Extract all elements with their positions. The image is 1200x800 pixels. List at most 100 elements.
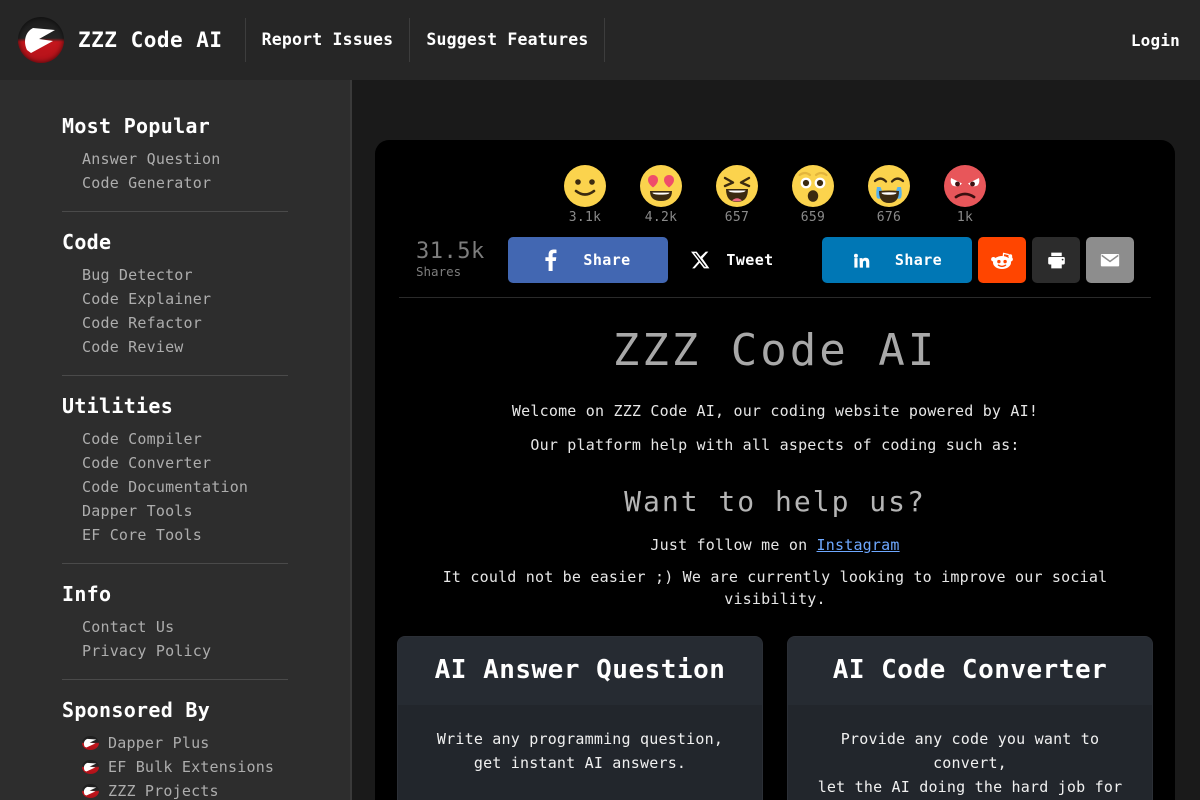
platform-text: Our platform help with all aspects of co… <box>530 436 1020 454</box>
z-bolt-glyph-icon <box>83 762 97 772</box>
sidebar-item-bug-detector[interactable]: Bug Detector <box>0 263 350 287</box>
astonished-face-emoji-icon <box>789 164 837 208</box>
envelope-icon <box>1099 249 1121 271</box>
feature-cards-row: AI Answer Question Write any programming… <box>391 614 1159 800</box>
sidebar-group-utilities: Utilities Code Compiler Code Converter C… <box>0 394 350 547</box>
sidebar-heading-info: Info <box>62 582 112 606</box>
pouting-angry-face-emoji-icon <box>941 164 989 208</box>
zzz-z-bolt-logo-icon <box>18 17 64 63</box>
feature-card-line1: Write any programming question, <box>436 730 724 748</box>
reaction-count: 3.1k <box>568 210 602 225</box>
x-twitter-icon <box>690 250 710 270</box>
sidebar-item-code-review[interactable]: Code Review <box>0 335 350 359</box>
sidebar-item-ef-core-tools[interactable]: EF Core Tools <box>0 523 350 547</box>
reaction-count: 1k <box>956 210 974 225</box>
content-card: 3.1k 4.2k 657 659 676 1k 31.5k Shares Sh… <box>375 140 1175 800</box>
sidebar-item-ef-bulk-extensions[interactable]: EF Bulk Extensions <box>0 755 350 779</box>
sidebar-item-contact-us[interactable]: Contact Us <box>0 615 350 639</box>
top-navigation-bar: ZZZ Code AI Report Issues Suggest Featur… <box>0 0 1200 80</box>
facebook-share-button[interactable]: Share <box>508 237 668 283</box>
sidebar-group-sponsored-by: Sponsored By Dapper Plus EF Bulk Extensi… <box>0 698 350 800</box>
reaction-slightly-smiling[interactable]: 3.1k <box>561 164 609 225</box>
facebook-icon <box>545 249 557 271</box>
sidebar-divider <box>62 375 288 376</box>
sidebar-item-code-refactor[interactable]: Code Refactor <box>0 311 350 335</box>
reaction-astonished[interactable]: 659 <box>789 164 837 225</box>
sidebar-item-label: EF Bulk Extensions <box>108 758 275 776</box>
nav-divider <box>604 18 606 62</box>
loudly-crying-face-emoji-icon <box>865 164 913 208</box>
sidebar-item-dapper-tools[interactable]: Dapper Tools <box>0 499 350 523</box>
instagram-link[interactable]: Instagram <box>817 536 900 554</box>
email-share-button[interactable] <box>1086 237 1134 283</box>
facebook-share-label: Share <box>583 251 631 269</box>
share-count-block: 31.5k Shares <box>416 240 500 280</box>
sidebar-item-label: ZZZ Projects <box>108 782 219 800</box>
reaction-heart-eyes[interactable]: 4.2k <box>637 164 685 225</box>
feature-card-line1: Provide any code you want to convert, <box>840 730 1100 772</box>
share-count-label: Shares <box>416 264 462 279</box>
linkedin-icon <box>852 251 871 270</box>
sidebar-item-label: Dapper Plus <box>108 734 210 752</box>
sidebar: Most Popular Answer Question Code Genera… <box>0 80 352 800</box>
z-bolt-glyph-icon <box>83 738 97 748</box>
feature-card-title: AI Code Converter <box>832 655 1108 685</box>
twitter-tweet-button[interactable]: Tweet <box>668 237 796 283</box>
z-bolt-glyph-icon <box>83 786 97 796</box>
nav-link-report-issues[interactable]: Report Issues <box>246 0 410 80</box>
sidebar-heading-code: Code <box>62 230 112 254</box>
reaction-crying[interactable]: 676 <box>865 164 913 225</box>
page-title: ZZZ Code AI <box>612 325 938 376</box>
brand-logo-block[interactable]: ZZZ Code AI <box>18 0 245 80</box>
nav-link-suggest-features[interactable]: Suggest Features <box>410 0 604 80</box>
grinning-squinting-face-emoji-icon <box>713 164 761 208</box>
feature-card-body: Write any programming question, get inst… <box>398 705 762 795</box>
sidebar-item-code-documentation[interactable]: Code Documentation <box>0 475 350 499</box>
zzz-z-bolt-logo-icon <box>82 784 99 798</box>
social-share-bar: 31.5k Shares Share Tweet Share <box>391 227 1159 283</box>
main-content-area: 3.1k 4.2k 657 659 676 1k 31.5k Shares Sh… <box>354 80 1200 800</box>
sidebar-group-most-popular: Most Popular Answer Question Code Genera… <box>0 114 350 195</box>
sidebar-item-dapper-plus[interactable]: Dapper Plus <box>0 731 350 755</box>
print-button[interactable] <box>1032 237 1080 283</box>
linkedin-share-label: Share <box>894 251 943 269</box>
share-count-value: 31.5k <box>416 239 485 264</box>
sidebar-group-code: Code Bug Detector Code Explainer Code Re… <box>0 230 350 359</box>
reaction-count: 676 <box>876 210 902 225</box>
reaction-count: 657 <box>724 210 750 225</box>
z-bolt-glyph-icon <box>25 28 55 53</box>
emoji-reactions-bar: 3.1k 4.2k 657 659 676 1k <box>391 160 1159 227</box>
sidebar-item-code-generator[interactable]: Code Generator <box>0 171 350 195</box>
sidebar-item-answer-question[interactable]: Answer Question <box>0 147 350 171</box>
easier-text: It could not be easier ;) We are current… <box>442 568 1108 608</box>
reaction-angry[interactable]: 1k <box>941 164 989 225</box>
sidebar-item-code-explainer[interactable]: Code Explainer <box>0 287 350 311</box>
feature-card-line2: get instant AI answers. <box>473 754 687 772</box>
sidebar-item-code-compiler[interactable]: Code Compiler <box>0 427 350 451</box>
twitter-tweet-label: Tweet <box>726 251 774 269</box>
sidebar-group-info: Info Contact Us Privacy Policy <box>0 582 350 663</box>
reddit-share-button[interactable] <box>978 237 1026 283</box>
reaction-count: 659 <box>800 210 826 225</box>
feature-card-header: AI Answer Question <box>398 637 762 705</box>
feature-card-ai-answer-question[interactable]: AI Answer Question Write any programming… <box>397 636 763 800</box>
linkedin-share-button[interactable]: Share <box>822 237 972 283</box>
smiling-face-with-heart-eyes-emoji-icon <box>637 164 685 208</box>
follow-text: Just follow me on Instagram <box>391 528 1159 562</box>
sidebar-item-zzz-projects[interactable]: ZZZ Projects <box>0 779 350 800</box>
reaction-count: 4.2k <box>644 210 678 225</box>
reddit-icon <box>990 248 1014 272</box>
feature-card-ai-code-converter[interactable]: AI Code Converter Provide any code you w… <box>787 636 1153 800</box>
help-us-title: Want to help us? <box>624 485 926 518</box>
sidebar-divider <box>62 563 288 564</box>
sidebar-item-code-converter[interactable]: Code Converter <box>0 451 350 475</box>
sidebar-divider <box>62 211 288 212</box>
sidebar-heading-utilities: Utilities <box>62 394 174 418</box>
login-link[interactable]: Login <box>1131 31 1180 50</box>
reaction-laughing[interactable]: 657 <box>713 164 761 225</box>
feature-card-body: Provide any code you want to convert, le… <box>788 705 1152 800</box>
sidebar-item-privacy-policy[interactable]: Privacy Policy <box>0 639 350 663</box>
feature-card-header: AI Code Converter <box>788 637 1152 705</box>
sidebar-divider <box>62 679 288 680</box>
feature-card-title: AI Answer Question <box>434 655 726 685</box>
